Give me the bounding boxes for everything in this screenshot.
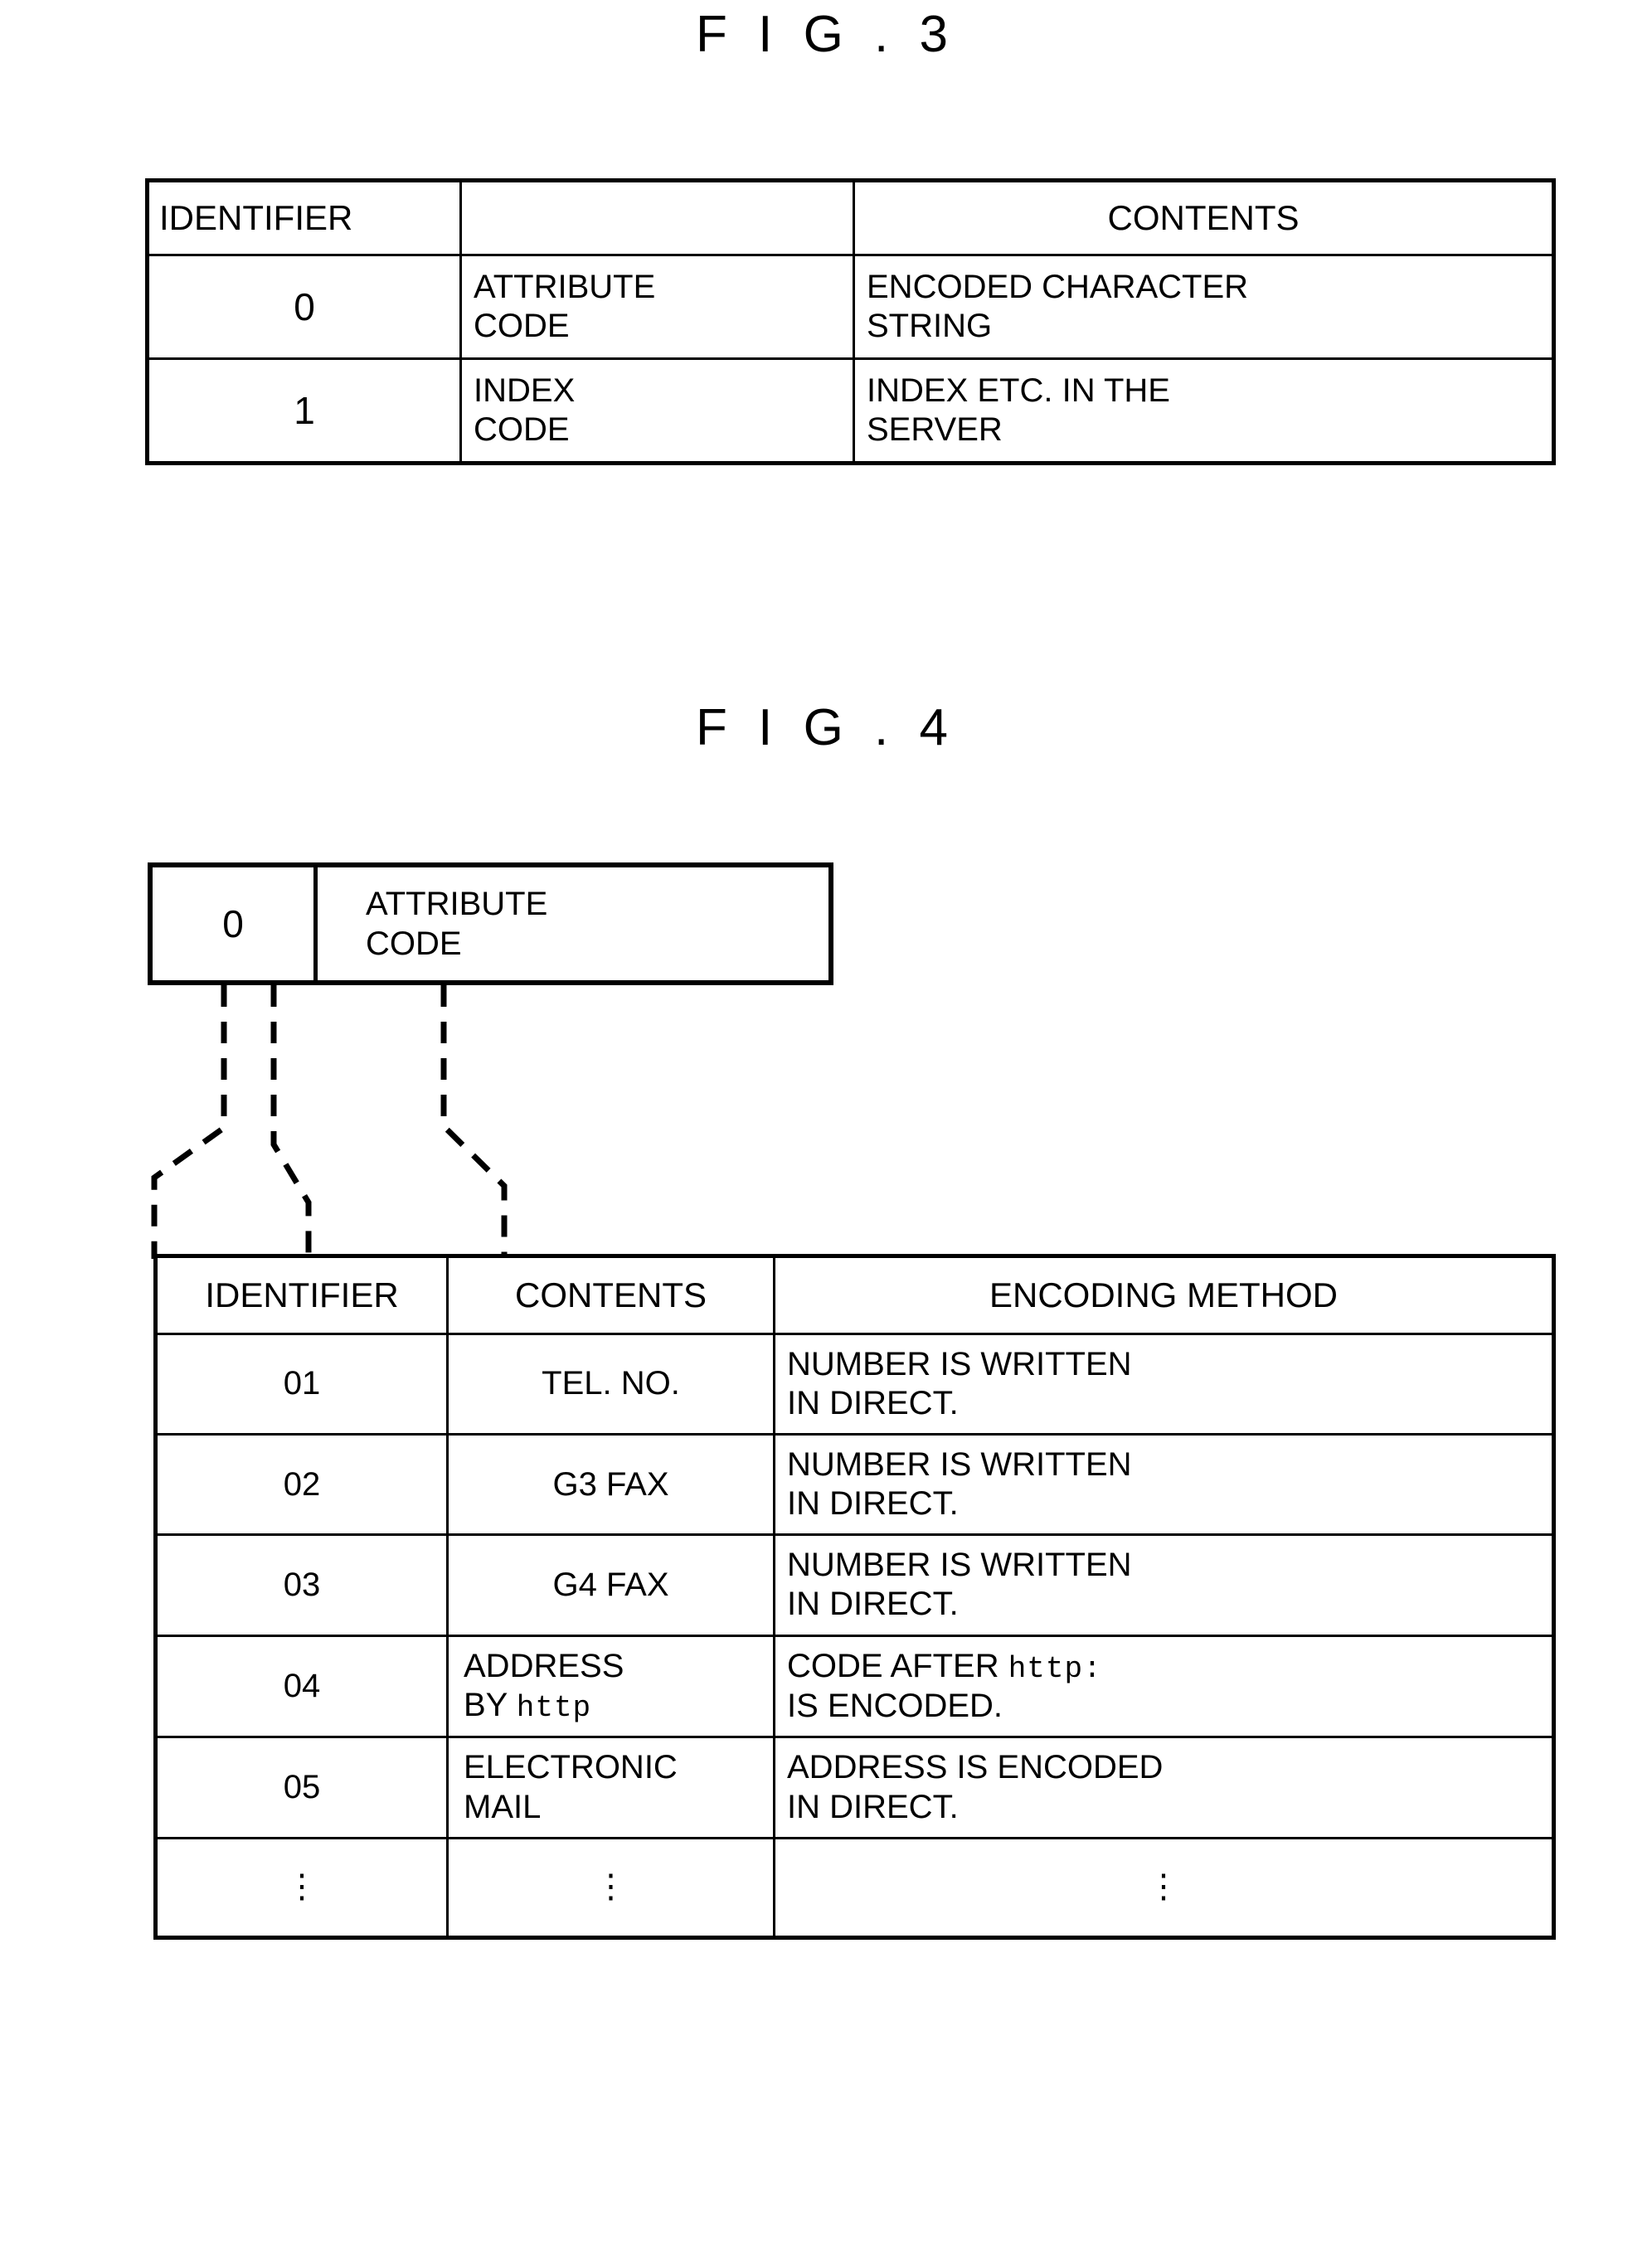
- cell-encoding-method-ellipsis: ⋮: [773, 1836, 1555, 1939]
- cell-encoding-method: NUMBER IS WRITTEN IN DIRECT.: [773, 1432, 1555, 1537]
- method-text-pre: CODE AFTER: [787, 1647, 1008, 1684]
- patent-drawing-page: F I G . 3 IDENTIFIER CONTENTS 0 ATTRIBUT…: [0, 0, 1652, 2259]
- table-row-ellipsis: ⋮ ⋮ ⋮: [154, 1836, 1555, 1939]
- header-identifier: IDENTIFIER: [146, 179, 462, 256]
- header-encoding-method: ENCODING METHOD: [773, 1255, 1555, 1335]
- cell-identifier: 02: [154, 1432, 449, 1537]
- cell-contents: G4 FAX: [446, 1533, 775, 1637]
- dashed-connector-lines: [151, 985, 508, 1259]
- cell-encoding-method: NUMBER IS WRITTEN IN DIRECT.: [773, 1533, 1555, 1637]
- cell-identifier: 04: [154, 1634, 449, 1739]
- cell-identifier: 1: [146, 357, 462, 465]
- cell-contents: ENCODED CHARACTER STRING: [853, 253, 1555, 360]
- method-protocol-text: http:: [1008, 1651, 1102, 1686]
- cell-identifier: 05: [154, 1736, 449, 1839]
- contents-protocol-text: http: [516, 1690, 592, 1725]
- cell-identifier: 0: [146, 253, 462, 360]
- cell-code-type: INDEX CODE: [459, 357, 855, 465]
- connector-line-left: [151, 985, 227, 1259]
- cell-identifier: 01: [154, 1332, 449, 1436]
- box-label: ATTRIBUTE CODE: [366, 886, 548, 962]
- cell-contents: INDEX ETC. IN THE SERVER: [853, 357, 1555, 465]
- cell-contents: ELECTRONIC MAIL: [446, 1736, 775, 1839]
- table-row: 1 INDEX CODE INDEX ETC. IN THE SERVER: [146, 357, 1555, 465]
- table-row: 02 G3 FAX NUMBER IS WRITTEN IN DIRECT.: [154, 1432, 1555, 1537]
- figure-3-table: IDENTIFIER CONTENTS 0 ATTRIBUTE CODE ENC…: [145, 178, 1556, 466]
- header-identifier: IDENTIFIER: [154, 1255, 449, 1335]
- connector-line-middle: [270, 985, 312, 1259]
- table-row: 04 ADDRESS BY http CODE AFTER http: IS E…: [154, 1634, 1555, 1739]
- cell-encoding-method: CODE AFTER http: IS ENCODED.: [773, 1634, 1555, 1739]
- header-contents: CONTENTS: [446, 1255, 775, 1335]
- header-blank: [459, 179, 855, 256]
- cell-contents: ADDRESS BY http: [446, 1634, 775, 1739]
- cell-encoding-method: NUMBER IS WRITTEN IN DIRECT.: [773, 1332, 1555, 1436]
- method-text-post: IS ENCODED.: [787, 1688, 1003, 1725]
- table-row: 0 ATTRIBUTE CODE ENCODED CHARACTER STRIN…: [146, 253, 1555, 360]
- vertical-ellipsis-icon: ⋮: [594, 1868, 628, 1906]
- vertical-ellipsis-icon: ⋮: [1147, 1868, 1180, 1906]
- table-row: 05 ELECTRONIC MAIL ADDRESS IS ENCODED IN…: [154, 1736, 1555, 1839]
- connector-line-right: [440, 985, 508, 1259]
- vertical-ellipsis-icon: ⋮: [285, 1868, 318, 1906]
- attribute-code-box: 0 ATTRIBUTE CODE: [148, 862, 833, 985]
- figure-3-title: F I G . 3: [696, 6, 956, 63]
- cell-identifier: 03: [154, 1533, 449, 1637]
- figure-4-title: F I G . 4: [696, 699, 956, 756]
- box-identifier: 0: [153, 867, 318, 980]
- header-contents: CONTENTS: [853, 179, 1555, 256]
- cell-identifier-ellipsis: ⋮: [154, 1836, 449, 1939]
- table-row: 03 G4 FAX NUMBER IS WRITTEN IN DIRECT.: [154, 1533, 1555, 1637]
- table-header-row: IDENTIFIER CONTENTS ENCODING METHOD: [154, 1255, 1555, 1335]
- table-row: 01 TEL. NO. NUMBER IS WRITTEN IN DIRECT.: [154, 1332, 1555, 1436]
- cell-encoding-method: ADDRESS IS ENCODED IN DIRECT.: [773, 1736, 1555, 1839]
- cell-contents-ellipsis: ⋮: [446, 1836, 775, 1939]
- cell-contents: G3 FAX: [446, 1432, 775, 1537]
- cell-code-type: ATTRIBUTE CODE: [459, 253, 855, 360]
- cell-contents: TEL. NO.: [446, 1332, 775, 1436]
- table-header-row: IDENTIFIER CONTENTS: [146, 179, 1555, 256]
- figure-4-table: IDENTIFIER CONTENTS ENCODING METHOD 01 T…: [153, 1254, 1556, 1940]
